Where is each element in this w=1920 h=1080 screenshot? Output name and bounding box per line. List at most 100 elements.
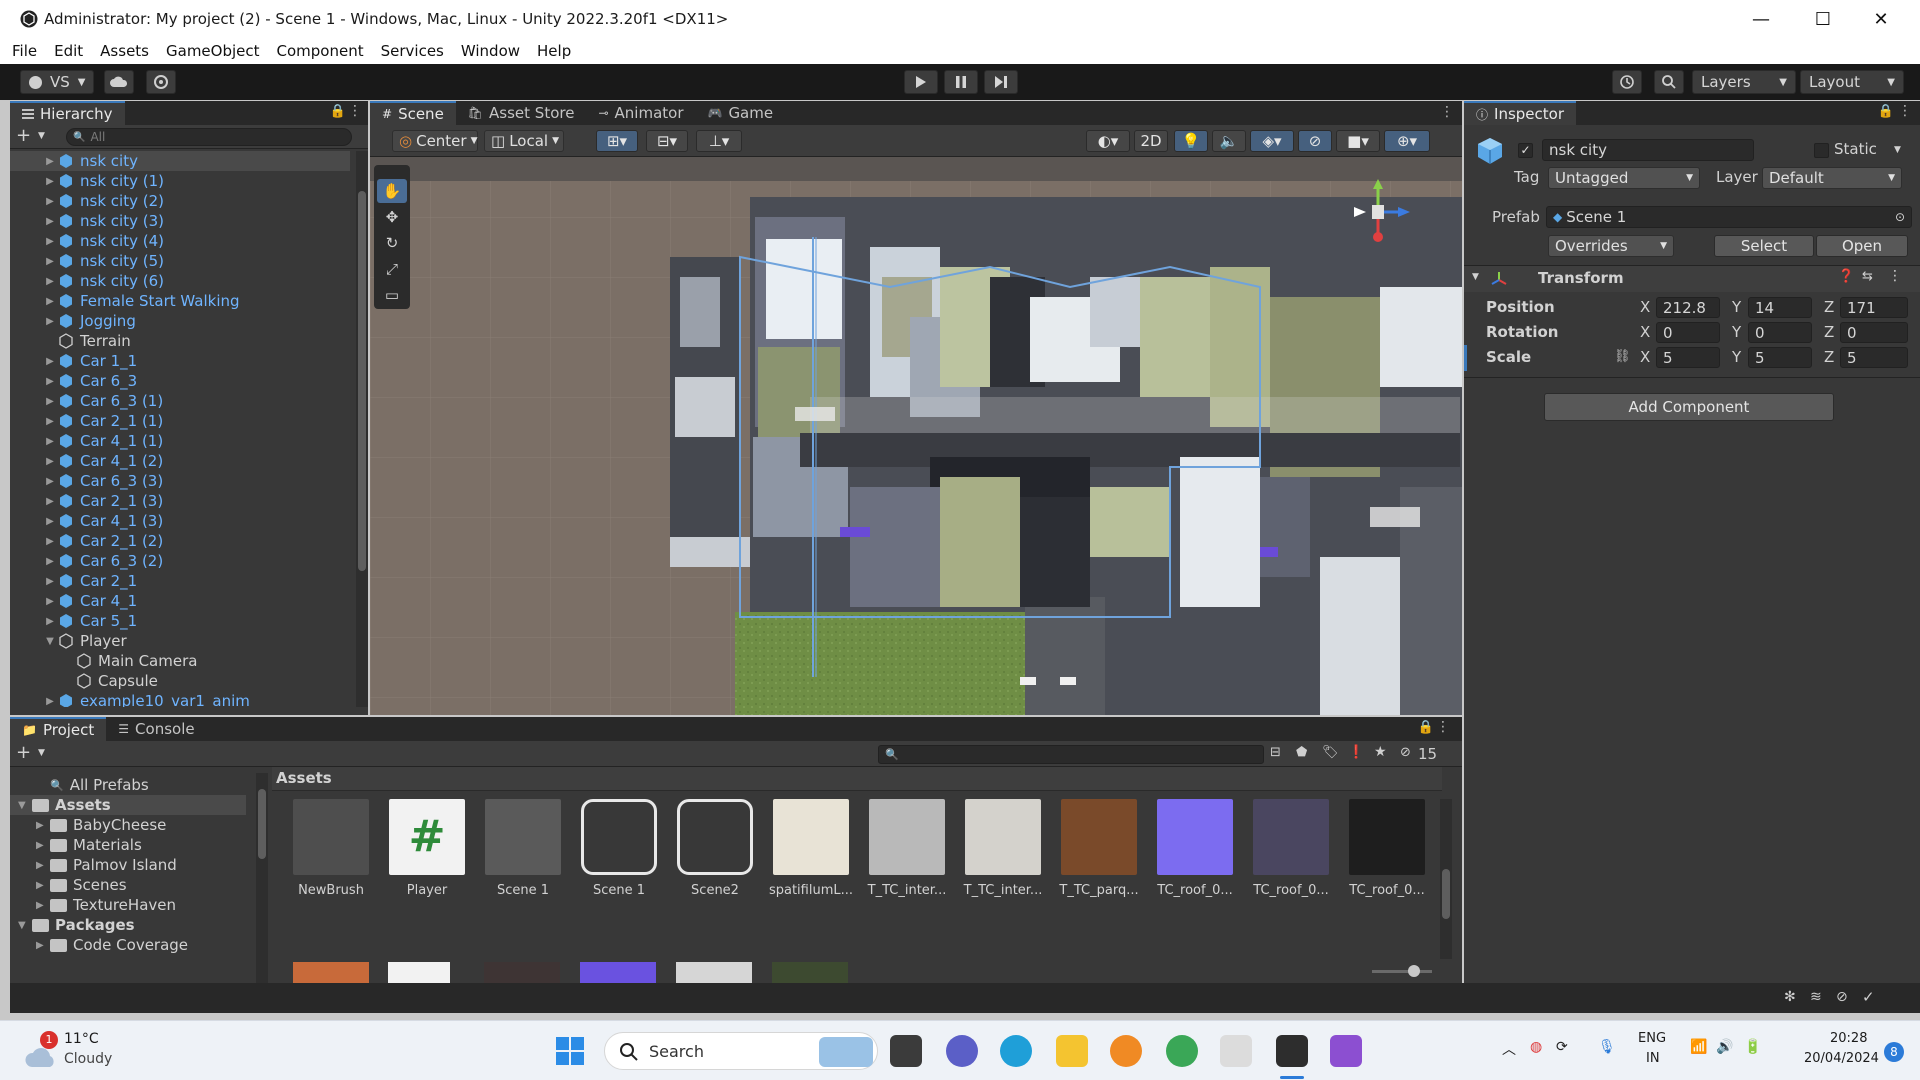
asset-item[interactable]: T_TC_parq... xyxy=(1054,799,1144,898)
chevron-right-icon[interactable]: ▶ xyxy=(44,456,56,467)
asset-item[interactable]: TC_roof_0... xyxy=(1342,799,1432,898)
camera-settings-button[interactable]: ■▾ xyxy=(1336,130,1380,152)
toggle-2d-button[interactable]: 2D xyxy=(1134,130,1168,152)
project-tree-item[interactable]: ▼ Packages xyxy=(18,915,135,935)
project-tree-item[interactable]: ▶ BabyCheese xyxy=(36,815,166,835)
tab-inspector[interactable]: ⓘ Inspector xyxy=(1464,101,1576,125)
hierarchy-item[interactable]: ▶ Jogging xyxy=(10,311,350,331)
sync-icon[interactable]: ⟳ xyxy=(1556,1039,1568,1055)
tab-hierarchy[interactable]: Hierarchy xyxy=(10,101,125,125)
hierarchy-scrollbar[interactable] xyxy=(356,151,368,707)
network-icon[interactable]: ⊘ xyxy=(1836,989,1848,1005)
project-tree-item[interactable]: ▶ Code Coverage xyxy=(36,935,188,955)
unity-editor-icon[interactable] xyxy=(1276,1035,1308,1067)
position-x-field[interactable]: 212.8 xyxy=(1656,297,1720,318)
history-button[interactable] xyxy=(1612,70,1642,94)
notification-badge[interactable]: 8 xyxy=(1884,1042,1904,1062)
panel-menu-icon[interactable]: ⋮ xyxy=(1436,719,1450,735)
play-button[interactable] xyxy=(904,70,938,94)
menu-component[interactable]: Component xyxy=(277,42,364,60)
lock-icon[interactable]: 🔒 xyxy=(330,104,346,119)
step-button[interactable] xyxy=(984,70,1018,94)
chevron-right-icon[interactable]: ▶ xyxy=(36,880,50,891)
project-tree-item[interactable]: ▶ Palmov Island xyxy=(36,855,177,875)
search-button[interactable] xyxy=(1654,70,1684,94)
static-checkbox[interactable] xyxy=(1814,143,1829,158)
hierarchy-item[interactable]: ▶ nsk city xyxy=(10,151,350,171)
file-explorer-icon[interactable] xyxy=(1056,1035,1088,1067)
clock-date[interactable]: 20/04/2024 xyxy=(1804,1051,1879,1066)
hierarchy-item[interactable]: Capsule xyxy=(10,671,350,691)
chevron-right-icon[interactable]: ▶ xyxy=(44,576,56,587)
hierarchy-item[interactable]: ▶ Car 2_1 (2) xyxy=(10,531,350,551)
effects-toggle[interactable]: ◈▾ xyxy=(1250,130,1294,152)
project-tree-item[interactable]: ▶ Scenes xyxy=(36,875,127,895)
chevron-right-icon[interactable]: ▶ xyxy=(44,396,56,407)
chevron-right-icon[interactable]: ▶ xyxy=(44,156,56,167)
hierarchy-search-input[interactable]: 🔍 All xyxy=(66,128,352,146)
wifi-icon[interactable]: 📶 xyxy=(1690,1039,1707,1055)
collab-button[interactable] xyxy=(146,70,176,94)
hierarchy-item[interactable]: ▶ Female Start Walking xyxy=(10,291,350,311)
chevron-right-icon[interactable]: ▶ xyxy=(44,416,56,427)
prefab-field[interactable]: ◆ Scene 1 ⊙ xyxy=(1546,206,1912,228)
add-component-button[interactable]: Add Component xyxy=(1544,393,1834,421)
tag-dropdown[interactable]: Untagged ▼ xyxy=(1548,167,1700,189)
chevron-down-icon[interactable]: ▼ xyxy=(44,636,56,647)
hierarchy-item[interactable]: ▶ Car 2_1 xyxy=(10,571,350,591)
tab-game[interactable]: 🎮 Game xyxy=(695,101,785,125)
battery-icon[interactable]: 🔋 xyxy=(1744,1039,1761,1055)
panel-menu-icon[interactable]: ⋮ xyxy=(1440,104,1454,120)
asset-item[interactable]: TC_roof_0... xyxy=(1246,799,1336,898)
warning-icon[interactable]: ❗ xyxy=(1348,745,1364,760)
hierarchy-scroll-thumb[interactable] xyxy=(358,191,366,571)
asset-item[interactable]: T_TC_inter... xyxy=(958,799,1048,898)
start-button[interactable] xyxy=(554,1035,586,1067)
chevron-right-icon[interactable]: ▶ xyxy=(44,436,56,447)
asset-scrollbar[interactable] xyxy=(1440,799,1452,959)
hierarchy-item[interactable]: ▶ Car 6_3 (3) xyxy=(10,471,350,491)
weather-widget[interactable]: 1 xyxy=(22,1031,68,1071)
component-menu-icon[interactable]: ⋮ xyxy=(1888,268,1902,284)
chevron-right-icon[interactable]: ▶ xyxy=(44,256,56,267)
zoom-slider-thumb[interactable] xyxy=(1408,965,1420,977)
asset-item[interactable]: Scene 1 xyxy=(574,799,664,898)
grid-visibility-button[interactable]: ⊟▾ xyxy=(646,130,688,152)
zoom-slider[interactable] xyxy=(1372,965,1432,977)
chevron-right-icon[interactable]: ▶ xyxy=(44,536,56,547)
add-button[interactable]: + xyxy=(16,125,31,146)
tree-scrollbar[interactable] xyxy=(256,773,268,991)
asset-scroll-thumb[interactable] xyxy=(1442,869,1450,919)
menu-window[interactable]: Window xyxy=(461,42,520,60)
asset-item[interactable]: T_TC_inter... xyxy=(862,799,952,898)
menu-services[interactable]: Services xyxy=(381,42,444,60)
hierarchy-item[interactable]: ▶ Car 1_1 xyxy=(10,351,350,371)
chevron-right-icon[interactable]: ▶ xyxy=(44,476,56,487)
position-z-field[interactable]: 171 xyxy=(1840,297,1908,318)
hierarchy-item[interactable]: ▶ Car 6_3 (2) xyxy=(10,551,350,571)
space-dropdown[interactable]: ◫ Local ▼ xyxy=(484,130,564,152)
menu-assets[interactable]: Assets xyxy=(100,42,149,60)
hierarchy-item[interactable]: ▶ nsk city (3) xyxy=(10,211,350,231)
project-tree-item[interactable]: ▼ Assets xyxy=(10,795,246,815)
move-tool-button[interactable]: ✥ xyxy=(377,205,407,229)
chevron-right-icon[interactable]: ▶ xyxy=(44,356,56,367)
chevron-right-icon[interactable]: ▶ xyxy=(36,840,50,851)
unity-hub-icon[interactable] xyxy=(1220,1035,1252,1067)
project-search-input[interactable]: 🔍 xyxy=(878,745,1264,764)
close-button[interactable]: ✕ xyxy=(1852,0,1910,38)
hierarchy-item[interactable]: ▼ Player xyxy=(10,631,350,651)
chrome-icon[interactable] xyxy=(1166,1035,1198,1067)
chevron-right-icon[interactable]: ▶ xyxy=(44,196,56,207)
cloud-button[interactable] xyxy=(104,70,134,94)
hierarchy-item[interactable]: ▶ Car 6_3 (1) xyxy=(10,391,350,411)
task-view-icon[interactable] xyxy=(890,1035,922,1067)
menu-gameobject[interactable]: GameObject xyxy=(166,42,260,60)
tray-app-icon[interactable]: ◍ xyxy=(1530,1039,1542,1055)
project-tree-item[interactable]: ▶ Materials xyxy=(36,835,142,855)
rotation-x-field[interactable]: 0 xyxy=(1656,322,1720,343)
chevron-right-icon[interactable]: ▶ xyxy=(44,276,56,287)
tab-console[interactable]: ☰ Console xyxy=(106,717,206,741)
pivot-dropdown[interactable]: ◎ Center ▼ xyxy=(392,130,478,152)
cache-icon[interactable]: ≋ xyxy=(1810,989,1822,1005)
